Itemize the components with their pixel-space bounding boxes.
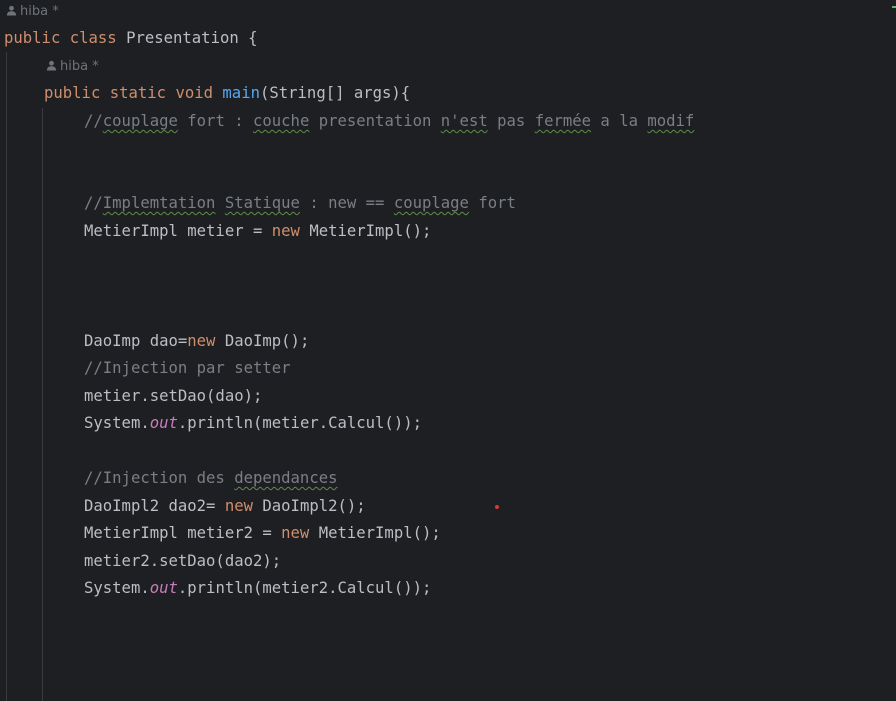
code-line-comment-setter[interactable]: //Injection par setter — [84, 357, 291, 379]
code-line-dao2-declaration[interactable]: DaoImpl2 dao2= new DaoImpl2(); — [84, 495, 366, 517]
comment-text: presentation — [309, 112, 441, 130]
person-icon — [6, 5, 17, 16]
comment-text: fort : — [177, 112, 253, 130]
typo-word: modif — [647, 112, 695, 130]
keyword-public: public — [44, 84, 101, 102]
indent-guide-method — [42, 108, 43, 701]
comment-prefix: // — [84, 194, 103, 212]
constructor-call: MetierImpl(); — [309, 524, 441, 542]
constructor-call: MetierImpl(); — [299, 222, 432, 240]
keyword-new: new — [281, 524, 310, 542]
typo-word: Implemtation — [102, 194, 216, 212]
declaration-text: DaoImpl2 dao2= — [84, 497, 225, 515]
error-marker-dot[interactable] — [495, 505, 499, 509]
constructor-call: DaoImpl2(); — [253, 497, 366, 515]
println-call: .println(metier2.Calcul()); — [177, 579, 432, 597]
comment-prefix: // — [84, 112, 103, 130]
static-field-out: out — [149, 414, 178, 432]
method-signature: (String[] args){ — [259, 84, 411, 102]
typo-word: couplage — [393, 194, 469, 212]
typo-word: dependances — [234, 469, 338, 487]
keyword-new: new — [271, 222, 300, 240]
declaration-text: MetierImpl metier2 = — [84, 524, 282, 542]
method-author-modified-mark: * — [92, 59, 99, 74]
constructor-call: DaoImp(); — [215, 332, 310, 350]
comment-text — [215, 194, 224, 212]
system-class: System. — [84, 579, 150, 597]
keyword-static: static — [109, 84, 167, 102]
keyword-new: new — [187, 332, 216, 350]
code-line-setdao2[interactable]: metier2.setDao(dao2); — [84, 550, 281, 572]
typo-word: fermée — [534, 112, 592, 130]
typo-word: n'est — [440, 112, 488, 130]
code-line-dao-declaration[interactable]: DaoImp dao=new DaoImp(); — [84, 330, 309, 352]
class-author-modified-mark: * — [52, 4, 59, 19]
comment-text: fort — [468, 194, 516, 212]
declaration-text: DaoImp dao= — [84, 332, 188, 350]
code-line-comment-couplage[interactable]: //couplage fort : couche presentation n'… — [84, 110, 694, 132]
method-name: main — [222, 84, 260, 102]
code-line-main-declaration[interactable]: public static void main(String[] args){ — [44, 82, 410, 104]
code-line-comment-dependances[interactable]: //Injection des dependances — [84, 467, 338, 489]
inspection-status-marker[interactable] — [892, 6, 896, 8]
declaration-text: MetierImpl metier = — [84, 222, 272, 240]
comment-text: //Injection des — [84, 469, 235, 487]
keyword-class: class — [69, 29, 117, 47]
code-line-println-metier2[interactable]: System.out.println(metier2.Calcul()); — [84, 577, 431, 599]
keyword-public: public — [4, 29, 61, 47]
code-line-comment-implementation[interactable]: //Implemtation Statique : new == couplag… — [84, 192, 516, 214]
class-name: Presentation { — [126, 29, 258, 47]
code-line-println-metier[interactable]: System.out.println(metier.Calcul()); — [84, 412, 422, 434]
person-icon — [46, 60, 57, 71]
println-call: .println(metier.Calcul()); — [177, 414, 422, 432]
code-line-metier2-declaration[interactable]: MetierImpl metier2 = new MetierImpl(); — [84, 522, 441, 544]
keyword-void: void — [175, 84, 214, 102]
comment-text: : new == — [299, 194, 394, 212]
class-author-hint[interactable]: hiba * — [6, 3, 59, 21]
method-author-name: hiba — [60, 59, 89, 74]
code-editor[interactable]: hiba * public class Presentation { hiba … — [0, 0, 896, 701]
typo-word: couplage — [102, 112, 178, 130]
class-author-name: hiba — [20, 4, 49, 19]
indent-guide-class — [6, 52, 7, 701]
keyword-new: new — [224, 497, 253, 515]
code-line-class-declaration[interactable]: public class Presentation { — [4, 27, 258, 49]
typo-word: Statique — [224, 194, 300, 212]
comment-text: a la — [591, 112, 648, 130]
comment-text: pas — [487, 112, 535, 130]
typo-word: couche — [253, 112, 310, 130]
code-line-setdao[interactable]: metier.setDao(dao); — [84, 385, 262, 407]
method-author-hint[interactable]: hiba * — [46, 58, 99, 76]
code-line-metier-declaration[interactable]: MetierImpl metier = new MetierImpl(); — [84, 220, 431, 242]
system-class: System. — [84, 414, 150, 432]
static-field-out: out — [149, 579, 178, 597]
